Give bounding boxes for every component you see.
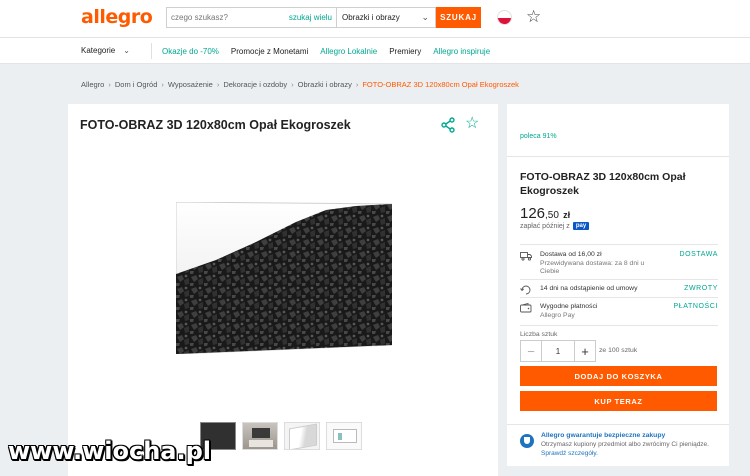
- price-int: 126: [520, 205, 546, 222]
- purchase-panel: poleca 91% FOTO-OBRAZ 3D 120x80cm Opał E…: [507, 104, 729, 466]
- search-many-link[interactable]: szukaj wielu: [289, 13, 336, 22]
- divider: [507, 424, 729, 425]
- watermark: www.wiocha.pl: [8, 437, 212, 465]
- quantity-plus-button[interactable]: +: [574, 340, 596, 362]
- chevron-down-icon: ⌄: [123, 46, 130, 55]
- delivery-tag[interactable]: DOSTAWA: [679, 251, 718, 258]
- breadcrumb-item[interactable]: Dekoracje i ozdoby: [223, 80, 287, 89]
- breadcrumb-separator: ›: [161, 80, 164, 89]
- delivery-title: Dostawa od 16,00 zł: [540, 251, 602, 258]
- quantity-input[interactable]: [542, 340, 574, 362]
- payments-tag[interactable]: PŁATNOŚCI: [673, 303, 718, 310]
- thumbnail-4[interactable]: [326, 422, 362, 450]
- categories-label: Kategorie: [81, 46, 116, 55]
- truck-icon: [520, 252, 532, 261]
- guarantee-body: Otrzymasz kupiony przedmiot albo zwrócim…: [541, 441, 709, 448]
- buy-now-button[interactable]: KUP TERAZ: [520, 391, 717, 411]
- poland-flag-icon[interactable]: [497, 10, 512, 25]
- guarantee-link[interactable]: Sprawdź szczegóły.: [541, 450, 598, 457]
- share-icon[interactable]: [440, 117, 456, 133]
- breadcrumb-separator: ›: [216, 80, 220, 89]
- pay-later-text: zapłać później z: [520, 222, 570, 230]
- seller-recommendation[interactable]: poleca 91%: [520, 133, 557, 140]
- nav-link-promocje[interactable]: Promocje z Monetami: [231, 47, 308, 56]
- divider: [507, 156, 729, 157]
- price-dec: ,50: [545, 210, 559, 221]
- category-select[interactable]: Obrazki i obrazy ⌄: [336, 7, 436, 28]
- payments-title: Wygodne płatności: [540, 303, 598, 310]
- breadcrumb-separator: ›: [108, 80, 111, 89]
- search-button[interactable]: SZUKAJ: [436, 7, 481, 28]
- delivery-sub: Przewidywana dostawa: za 8 dni u Ciebie: [540, 259, 645, 276]
- search-box[interactable]: szukaj wielu: [166, 7, 336, 28]
- breadcrumb-item[interactable]: Wyposażenie: [168, 80, 213, 89]
- nav-link-okazje[interactable]: Okazje do -70%: [162, 47, 219, 56]
- breadcrumb-item[interactable]: Obrazki i obrazy: [298, 80, 352, 89]
- add-to-cart-button[interactable]: DODAJ DO KOSZYKA: [520, 366, 717, 386]
- product-card: FOTO-OBRAZ 3D 120x80cm Opał Ekogroszek ☆: [68, 104, 498, 476]
- guarantee-text: Otrzymasz kupiony przedmiot albo zwrócim…: [541, 441, 719, 458]
- breadcrumb-separator: ›: [291, 80, 294, 89]
- offer-title: FOTO-OBRAZ 3D 120x80cm Opał Ekogroszek: [520, 171, 686, 197]
- pay-later: zapłać później z pay: [520, 222, 590, 230]
- nav-link-lokalnie[interactable]: Allegro Lokalnie: [320, 47, 377, 56]
- guarantee-title: Allegro gwarantuje bezpieczne zakupy: [541, 432, 666, 439]
- price-currency: zł: [563, 210, 571, 220]
- product-image[interactable]: [176, 202, 392, 354]
- nav-bar: Kategorie ⌄ Okazje do -70% Promocje z Mon…: [0, 38, 750, 64]
- divider: [520, 244, 718, 245]
- product-title: FOTO-OBRAZ 3D 120x80cm Opał Ekogroszek: [80, 118, 351, 132]
- search-input[interactable]: [167, 8, 289, 27]
- return-icon: [520, 285, 531, 295]
- divider: [520, 297, 718, 298]
- allegro-pay-badge[interactable]: pay: [572, 222, 590, 230]
- thumbnail-3[interactable]: [284, 422, 320, 450]
- quantity-label: Liczba sztuk: [520, 331, 558, 338]
- nav-divider: [151, 43, 152, 59]
- wallet-icon: [520, 303, 532, 313]
- payments-sub: Allegro Pay: [540, 311, 575, 319]
- quantity-available: ze 100 sztuk: [599, 347, 638, 354]
- favorite-star-icon[interactable]: ☆: [465, 116, 479, 132]
- returns-tag[interactable]: ZWROTY: [684, 285, 718, 292]
- breadcrumb-item[interactable]: Allegro: [81, 80, 104, 89]
- divider: [520, 279, 718, 280]
- nav-link-inspiruje[interactable]: Allegro inspiruje: [433, 47, 490, 56]
- nav-links: Okazje do -70% Promocje z Monetami Alleg…: [162, 47, 490, 56]
- chevron-down-icon: ⌄: [421, 12, 429, 22]
- thumbnail-strip: [200, 422, 362, 450]
- thumbnail-2[interactable]: [242, 422, 278, 450]
- quantity-minus-button[interactable]: −: [520, 340, 542, 362]
- breadcrumb-item[interactable]: Dom i Ogród: [115, 80, 158, 89]
- nav-link-premiery[interactable]: Premiery: [389, 47, 421, 56]
- breadcrumb-current: FOTO-OBRAZ 3D 120x80cm Opał Ekogroszek: [362, 80, 519, 89]
- category-select-value: Obrazki i obrazy: [342, 13, 400, 22]
- star-icon[interactable]: ☆: [526, 7, 541, 27]
- breadcrumb-separator: ›: [355, 80, 359, 89]
- divider: [520, 325, 718, 326]
- price: 126,50 zł: [520, 205, 570, 222]
- shield-icon: [520, 434, 534, 448]
- quantity-stepper: − +: [520, 340, 596, 362]
- categories-menu[interactable]: Kategorie ⌄: [81, 46, 130, 55]
- allegro-logo[interactable]: allegro: [81, 6, 153, 28]
- breadcrumb: Allegro › Dom i Ogród › Wyposażenie › Dekor…: [81, 80, 519, 89]
- returns-title: 14 dni na odstąpienie od umowy: [540, 285, 638, 292]
- top-header: allegro szukaj wielu Obrazki i obrazy ⌄ …: [0, 0, 750, 38]
